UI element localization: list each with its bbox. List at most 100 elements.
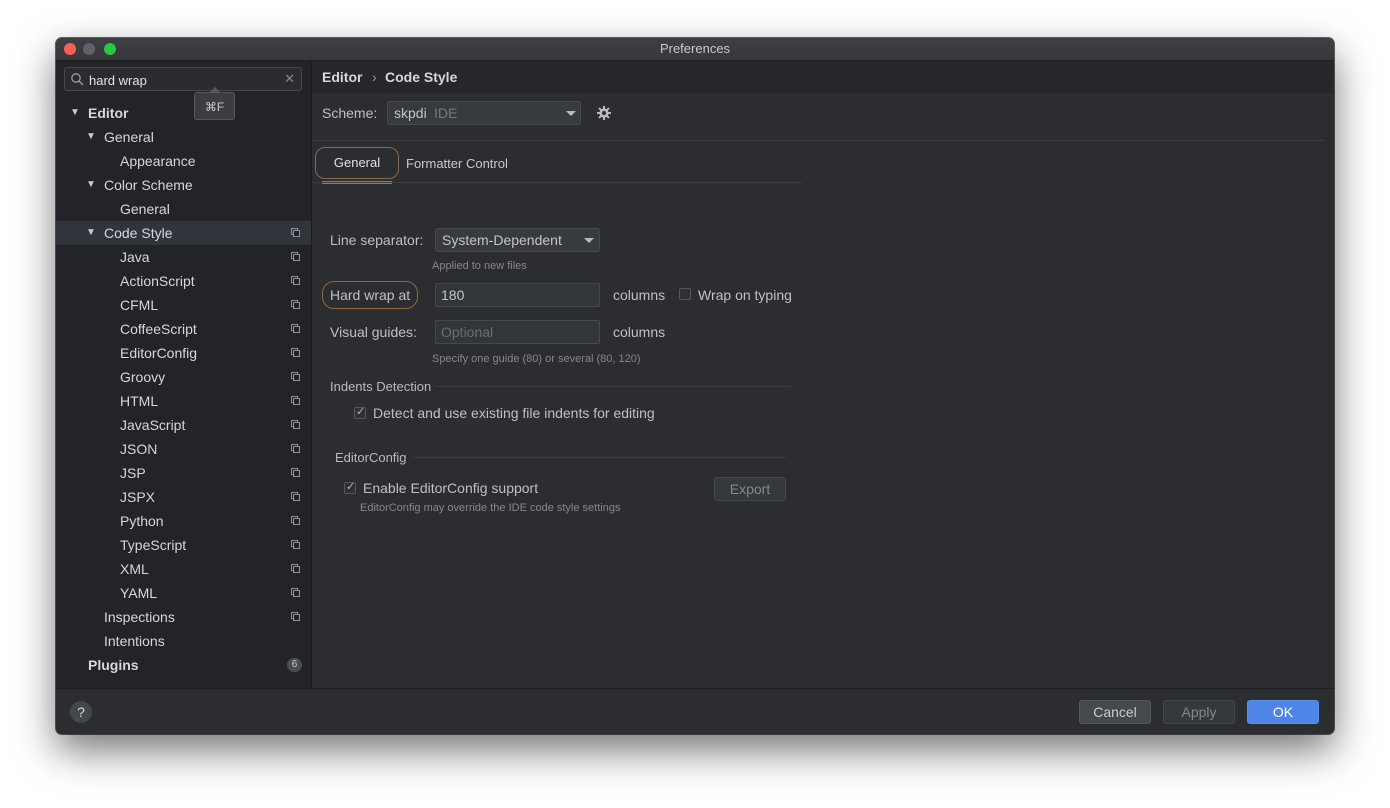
settings-tree: ▼ Editor ▼ General Appearance ▼ Color Scheme Ge… [56,101,311,677]
tabs-divider [312,182,802,183]
detect-indents-label[interactable]: Detect and use existing file indents for… [373,405,655,421]
ok-button[interactable]: OK [1247,700,1319,724]
scheme-dropdown[interactable]: skpdi IDE [387,101,581,125]
wrap-on-typing-label[interactable]: Wrap on typing [698,287,792,303]
tree-item[interactable]: JSON [56,437,311,461]
expand-arrow-icon[interactable]: ▼ [86,173,96,197]
tree-item[interactable]: Groovy [56,365,311,389]
breadcrumb-separator: › [372,69,377,85]
tree-item-label: JSPX [120,489,156,505]
tree-item[interactable]: JSP [56,461,311,485]
tree-item[interactable]: General [56,197,311,221]
line-separator-dropdown[interactable]: System-Dependent [435,228,600,252]
line-separator-label: Line separator: [330,232,424,248]
settings-content: Editor › Code Style Scheme: skpdi IDE Ge… [312,61,1334,688]
tree-item-label: XML [120,561,149,577]
tree-item[interactable]: Appearance [56,149,311,173]
tree-item-label: EditorConfig [120,345,198,361]
tree-item[interactable]: Python [56,509,311,533]
tree-item-label: ActionScript [120,273,195,289]
tree-item-label: Intentions [104,633,165,649]
tree-item[interactable]: CFML [56,293,311,317]
settings-search-box[interactable]: ✕ [64,67,302,91]
hard-wrap-input[interactable]: 180 [435,283,600,307]
tree-item[interactable]: ActionScript [56,269,311,293]
tree-item[interactable]: TypeScript [56,533,311,557]
chevron-down-icon [584,238,594,243]
minimize-window-button[interactable] [83,43,95,55]
title-bar: Preferences [56,38,1334,61]
search-input[interactable] [87,70,281,90]
enable-editorconfig-label[interactable]: Enable EditorConfig support [363,480,538,496]
project-copy-icon [291,348,300,357]
tree-item[interactable]: JavaScript [56,413,311,437]
project-copy-icon [291,516,300,525]
tree-item-label: CoffeeScript [120,321,197,337]
expand-arrow-icon[interactable]: ▼ [86,125,96,149]
tree-item-label: Color Scheme [104,177,193,193]
tree-item[interactable]: ▼ Code Style [56,221,311,245]
shortcut-tooltip: ⌘F [194,87,235,120]
indents-divider [435,386,791,387]
project-copy-icon [291,564,300,573]
project-copy-icon [291,252,300,261]
editorconfig-title: EditorConfig [335,450,407,465]
indents-detection-title: Indents Detection [330,379,432,394]
tree-item[interactable]: YAML [56,581,311,605]
tree-item[interactable]: ▼ Color Scheme [56,173,311,197]
tree-item[interactable]: ▼ General [56,125,311,149]
scheme-name: skpdi [394,105,427,121]
plugins-update-badge: 6 [287,658,302,672]
hard-wrap-label: Hard wrap at [330,287,411,303]
search-icon [71,73,84,86]
project-copy-icon [291,468,300,477]
help-button[interactable]: ? [70,701,92,723]
detect-indents-checkbox[interactable] [354,405,366,419]
enable-editorconfig-checkbox[interactable] [344,480,356,494]
tree-item-label: JSP [120,465,146,481]
settings-sidebar: ✕ ⌘F ▼ Editor ▼ General Appearance ▼ Color Sch… [56,61,312,688]
tab-formatter-control[interactable]: Formatter Control [406,156,508,171]
tree-item[interactable]: EditorConfig [56,341,311,365]
breadcrumb-current: Code Style [385,69,458,85]
tree-item[interactable]: Intentions [56,629,311,653]
hard-wrap-unit: columns [613,287,666,303]
tree-item[interactable]: JSPX [56,485,311,509]
tree-item-label: Code Style [104,225,173,241]
breadcrumb-parent[interactable]: Editor [322,61,362,93]
close-window-button[interactable] [64,43,76,55]
tree-item-label: Editor [88,105,129,121]
tree-item[interactable]: ▼ Editor [56,101,311,125]
dialog-footer: ? Cancel Apply OK [56,688,1334,734]
apply-button[interactable]: Apply [1163,700,1235,724]
preferences-window: Preferences ✕ ⌘F ▼ Editor ▼ General Appearan… [56,38,1334,734]
cancel-button[interactable]: Cancel [1079,700,1151,724]
scheme-label: Scheme: [322,105,378,121]
tree-item[interactable]: Plugins 6 [56,653,311,677]
clear-search-icon[interactable]: ✕ [284,72,295,86]
tree-item-label: General [104,129,154,145]
gear-icon[interactable] [596,105,612,121]
project-copy-icon [291,420,300,429]
tree-item[interactable]: XML [56,557,311,581]
project-copy-icon [291,372,300,381]
editorconfig-divider [413,457,786,458]
tree-item[interactable]: HTML [56,389,311,413]
export-button[interactable]: Export [714,477,786,501]
visual-guides-input[interactable]: Optional [435,320,600,344]
tree-item-label: HTML [120,393,159,409]
zoom-window-button[interactable] [104,43,116,55]
tree-item-label: JavaScript [120,417,186,433]
tree-item-label: General [120,201,170,217]
project-copy-icon [291,540,300,549]
scheme-divider [312,140,1324,141]
tree-item[interactable]: CoffeeScript [56,317,311,341]
visual-guides-label: Visual guides: [330,324,417,340]
wrap-on-typing-checkbox[interactable] [679,288,691,300]
expand-arrow-icon[interactable]: ▼ [70,101,80,125]
tab-general[interactable]: General [315,147,399,179]
project-copy-icon [291,300,300,309]
tree-item[interactable]: Java [56,245,311,269]
tree-item[interactable]: Inspections [56,605,311,629]
expand-arrow-icon[interactable]: ▼ [86,221,96,245]
